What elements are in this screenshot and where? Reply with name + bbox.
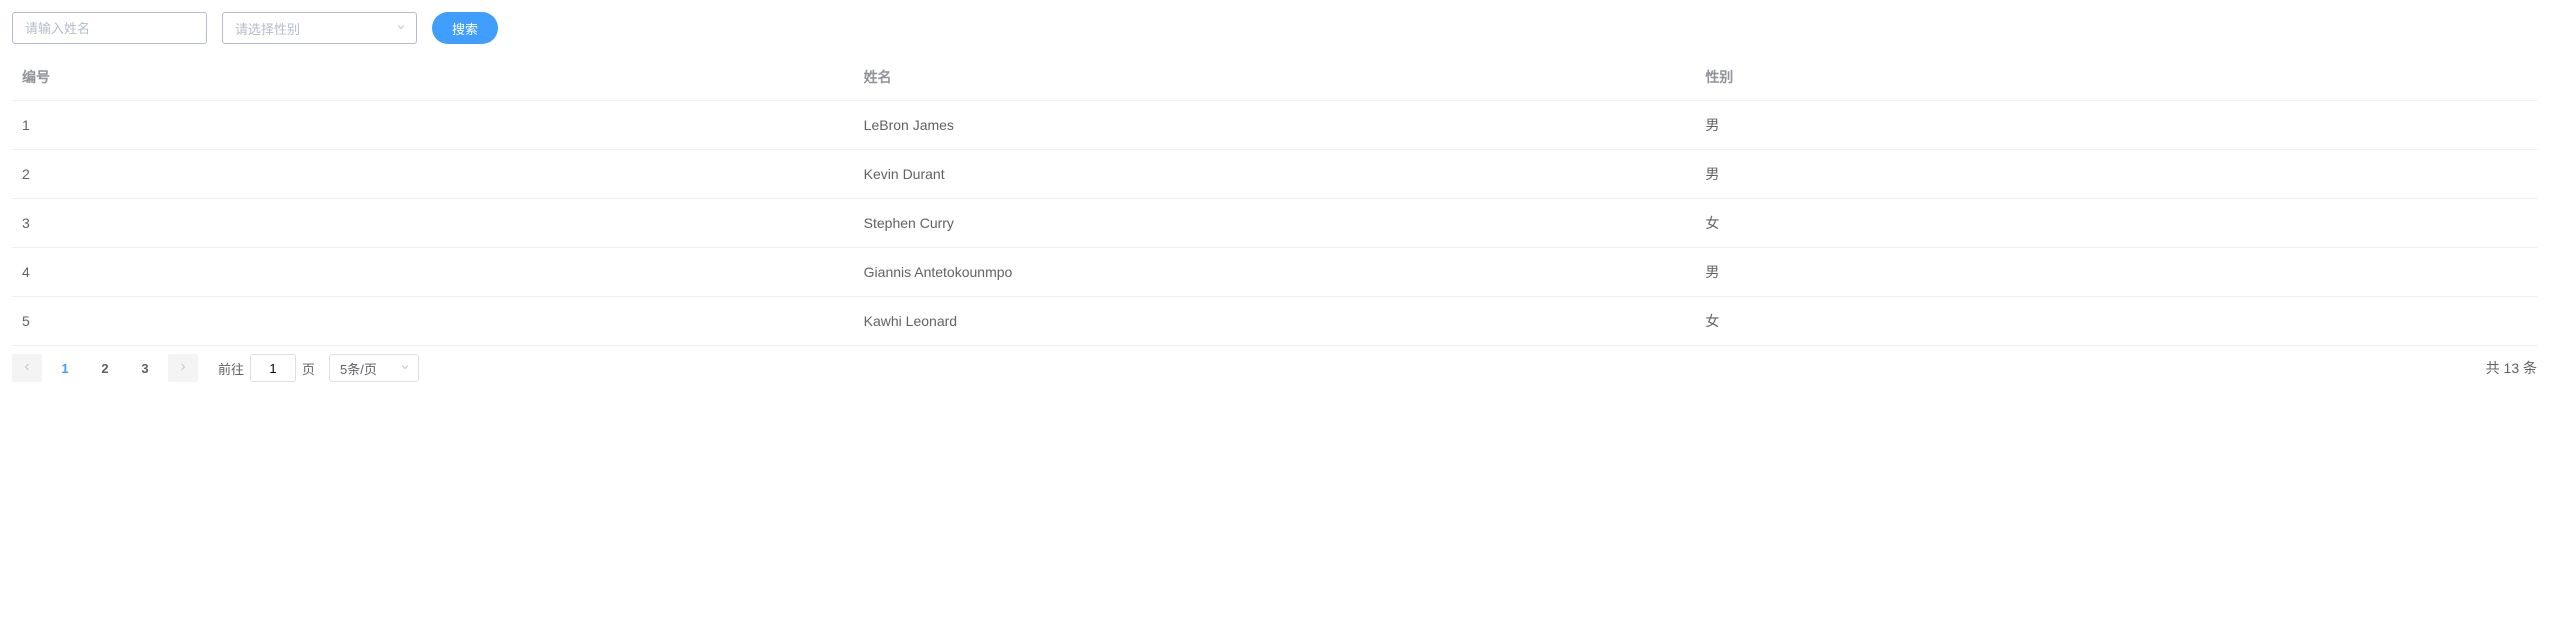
jump-suffix: 页: [302, 359, 315, 378]
table-footer: 123 前往 页 5条/页 共 13 条: [12, 346, 2537, 382]
page-number-3[interactable]: 3: [128, 354, 162, 382]
cell-id: 5: [12, 297, 854, 346]
page-number-2[interactable]: 2: [88, 354, 122, 382]
data-table: 编号 姓名 性别 1LeBron James男2Kevin Durant男3St…: [12, 54, 2537, 346]
header-gender: 性别: [1695, 54, 2537, 101]
cell-gender: 男: [1695, 101, 2537, 150]
header-name: 姓名: [854, 54, 1696, 101]
cell-name: Stephen Curry: [854, 199, 1696, 248]
cell-id: 1: [12, 101, 854, 150]
name-input[interactable]: [12, 12, 207, 44]
table-row: 1LeBron James男: [12, 101, 2537, 150]
cell-gender: 男: [1695, 248, 2537, 297]
next-page-button[interactable]: [168, 354, 198, 382]
search-button[interactable]: 搜索: [432, 12, 498, 44]
table-row: 5Kawhi Leonard女: [12, 297, 2537, 346]
cell-name: Kevin Durant: [854, 150, 1696, 199]
prev-page-button[interactable]: [12, 354, 42, 382]
search-toolbar: 请选择性别 搜索: [12, 12, 2537, 44]
cell-id: 3: [12, 199, 854, 248]
cell-name: LeBron James: [854, 101, 1696, 150]
pagination: 123 前往 页 5条/页: [12, 354, 419, 382]
table-row: 3Stephen Curry女: [12, 199, 2537, 248]
cell-gender: 女: [1695, 199, 2537, 248]
total-count: 共 13 条: [2486, 358, 2537, 378]
header-id: 编号: [12, 54, 854, 101]
table-row: 4Giannis Antetokounmpo男: [12, 248, 2537, 297]
cell-id: 2: [12, 150, 854, 199]
page-jump-input[interactable]: [250, 354, 296, 382]
page-number-1[interactable]: 1: [48, 354, 82, 382]
chevron-left-icon: [21, 361, 33, 376]
cell-gender: 女: [1695, 297, 2537, 346]
table-row: 2Kevin Durant男: [12, 150, 2537, 199]
cell-gender: 男: [1695, 150, 2537, 199]
jump-prefix: 前往: [218, 359, 244, 378]
cell-name: Kawhi Leonard: [854, 297, 1696, 346]
cell-id: 4: [12, 248, 854, 297]
page-size-select[interactable]: 5条/页: [329, 354, 419, 382]
chevron-right-icon: [177, 361, 189, 376]
cell-name: Giannis Antetokounmpo: [854, 248, 1696, 297]
gender-select-display[interactable]: 请选择性别: [222, 12, 417, 44]
page-jump: 前往 页: [218, 354, 315, 382]
gender-select[interactable]: 请选择性别: [222, 12, 417, 44]
page-size-display[interactable]: 5条/页: [329, 354, 419, 382]
